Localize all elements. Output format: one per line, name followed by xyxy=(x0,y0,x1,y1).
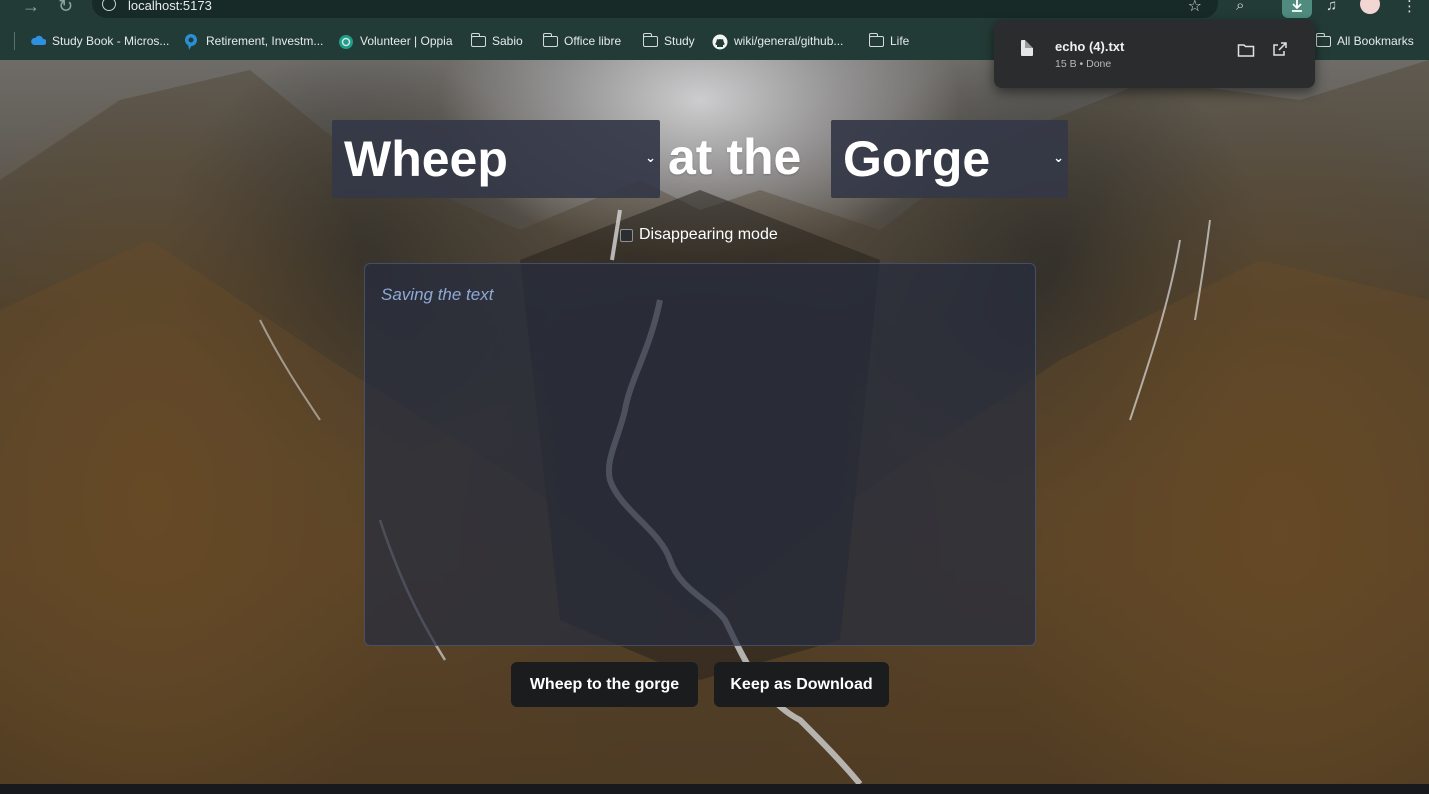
folder-icon xyxy=(470,32,486,47)
title-row: Wheep ⌄ at the Gorge ⌄ xyxy=(0,120,1429,200)
bookmark-office-libre[interactable]: Office libre xyxy=(542,32,622,50)
github-icon xyxy=(712,34,728,50)
bookmark-study-book[interactable]: Study Book - Micros... xyxy=(30,32,169,50)
action-buttons: Wheep to the gorge Keep as Download xyxy=(0,662,1429,708)
bookmark-label: Life xyxy=(890,34,910,48)
bookmark-label: Retirement, Investm... xyxy=(206,34,324,48)
bookmark-label: Study Book - Micros... xyxy=(52,34,170,48)
profile-avatar[interactable] xyxy=(1360,0,1380,14)
keep-as-download-button[interactable]: Keep as Download xyxy=(714,662,889,707)
place-select[interactable]: Gorge ⌄ xyxy=(831,120,1068,198)
download-icon xyxy=(1292,0,1302,12)
onedrive-icon xyxy=(30,34,47,48)
folder-icon xyxy=(542,32,558,47)
text-editor[interactable]: Saving the text xyxy=(364,263,1036,646)
browser-toolbar: → ↻ localhost:5173 ☆ ⌕ ♫ ⋮ xyxy=(0,0,1429,22)
window-bottom-edge xyxy=(0,784,1429,794)
bookmark-retirement[interactable]: Retirement, Investm... xyxy=(184,32,323,50)
media-icon[interactable]: ♫ xyxy=(1326,0,1337,14)
downloads-button[interactable] xyxy=(1282,0,1312,18)
verb-select[interactable]: Wheep ⌄ xyxy=(332,120,660,198)
folder-icon xyxy=(1315,32,1331,47)
verb-select-value: Wheep xyxy=(344,131,508,187)
download-bubble: echo (4).txt 15 B • Done xyxy=(994,20,1315,88)
wheep-to-gorge-button[interactable]: Wheep to the gorge xyxy=(511,662,698,707)
bookmark-study[interactable]: Study xyxy=(642,32,695,50)
address-bar[interactable]: localhost:5173 ☆ xyxy=(92,0,1218,18)
bookmark-oppia[interactable]: Volunteer | Oppia xyxy=(338,32,453,50)
place-select-value: Gorge xyxy=(843,131,991,187)
bookmark-label: wiki/general/github... xyxy=(734,34,844,48)
download-status: 15 B • Done xyxy=(1055,58,1112,70)
disappearing-mode-checkbox[interactable] xyxy=(620,228,633,242)
bookmarks-divider xyxy=(14,32,15,50)
disappearing-mode-toggle[interactable]: Disappearing mode xyxy=(620,225,778,245)
folder-icon xyxy=(868,32,884,47)
bookmark-label: Study xyxy=(664,34,695,48)
url-text[interactable]: localhost:5173 xyxy=(128,0,212,13)
folder-icon xyxy=(642,32,658,47)
lens-icon[interactable]: ⌕ xyxy=(1236,0,1244,14)
file-icon xyxy=(1021,40,1033,56)
bookmark-label: Sabio xyxy=(492,34,523,48)
bookmark-label: Office libre xyxy=(564,34,622,48)
download-filename[interactable]: echo (4).txt xyxy=(1055,39,1124,54)
bookmark-github-wiki[interactable]: wiki/general/github... xyxy=(712,32,843,50)
site-info-icon[interactable] xyxy=(102,0,116,11)
chevron-down-icon: ⌄ xyxy=(645,150,656,165)
reload-icon[interactable]: ↻ xyxy=(58,0,73,17)
show-in-folder-icon[interactable] xyxy=(1237,42,1255,58)
bookmark-sabio[interactable]: Sabio xyxy=(470,32,523,50)
all-bookmarks-label: All Bookmarks xyxy=(1337,34,1414,48)
menu-icon[interactable]: ⋮ xyxy=(1402,0,1417,15)
all-bookmarks[interactable]: All Bookmarks xyxy=(1315,32,1414,50)
bookmark-life[interactable]: Life xyxy=(868,32,910,50)
disappearing-mode-label: Disappearing mode xyxy=(639,226,778,243)
forward-icon[interactable]: → xyxy=(22,0,40,17)
title-connector: at the xyxy=(668,129,802,185)
pin-icon xyxy=(184,34,200,50)
oppia-icon xyxy=(338,34,354,49)
bookmark-label: Volunteer | Oppia xyxy=(360,34,453,48)
bookmark-star-icon[interactable]: ☆ xyxy=(1188,0,1202,16)
open-external-icon[interactable] xyxy=(1272,41,1288,57)
editor-placeholder: Saving the text xyxy=(381,285,494,304)
chevron-down-icon: ⌄ xyxy=(1053,150,1064,165)
